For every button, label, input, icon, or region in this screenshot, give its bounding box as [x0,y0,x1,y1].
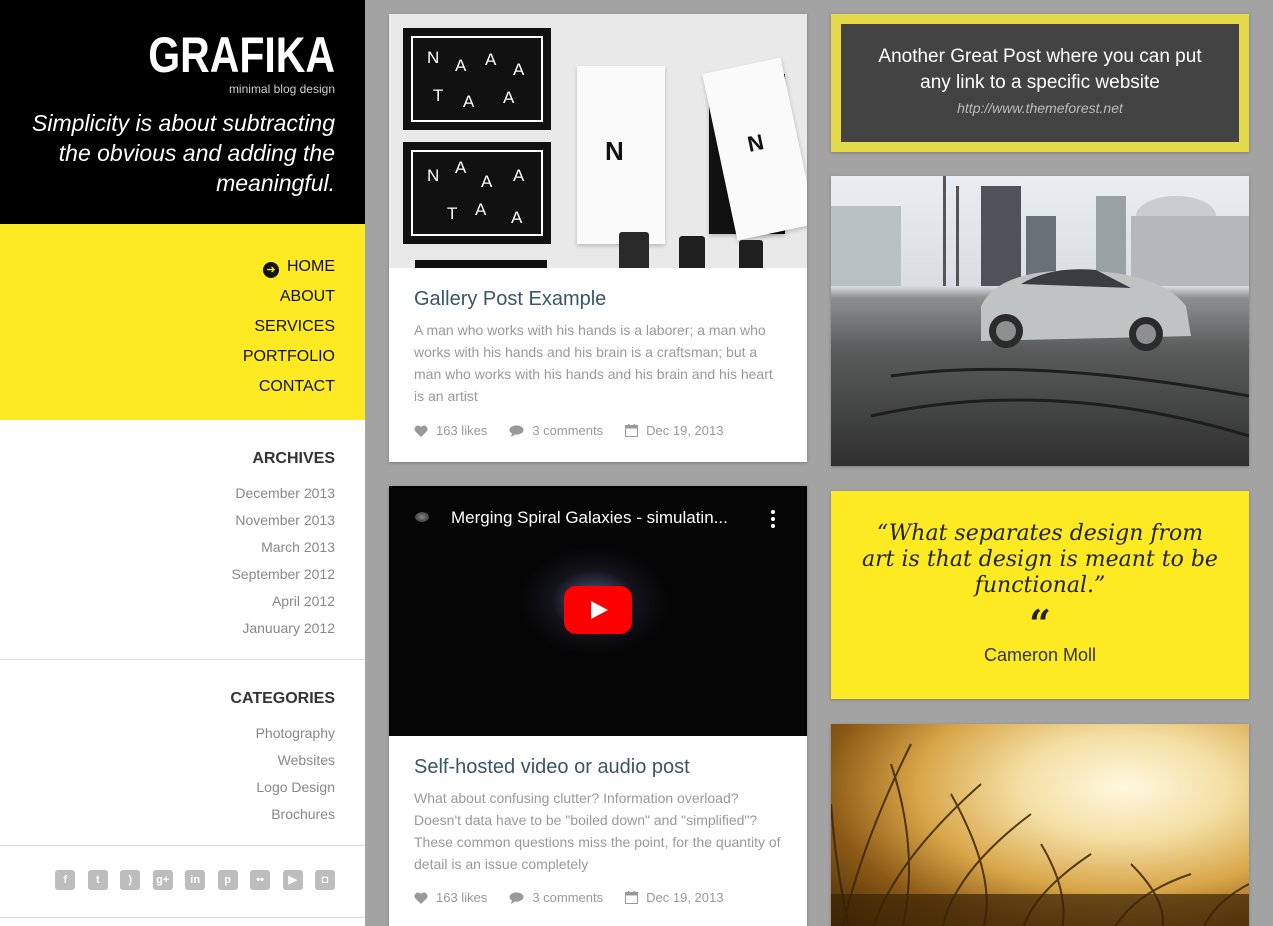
youtube-icon[interactable]: ▶ [282,870,303,890]
video-post-card: Merging Spiral Galaxies - simulatin... S… [389,486,807,926]
channel-avatar[interactable] [415,512,429,522]
nav-item-about[interactable]: ABOUT [0,282,335,312]
grass-photo-post[interactable] [831,724,1249,926]
comment-icon [509,424,524,437]
instagram-icon[interactable]: ◘ [315,870,335,890]
post-meta: 163 likes 3 comments Dec 19, 2013 [414,423,745,438]
flickr-icon[interactable]: •• [250,870,271,890]
arrow-right-icon: ➜ [263,262,279,278]
linkedin-icon[interactable]: in [185,870,206,890]
nav-item-home[interactable]: ➜ HOME [0,252,335,282]
post-title[interactable]: Self-hosted video or audio post [414,756,782,779]
link-post-title[interactable]: Another Great Post where you can put any… [841,44,1239,96]
gallery-post-card: NAAA TAA NAAA TAA N N Gallery Post Examp… [389,14,807,462]
category-link[interactable]: Brochures [30,801,335,828]
archive-link[interactable]: November 2013 [30,507,335,534]
facebook-icon[interactable]: f [55,870,76,890]
category-link[interactable]: Websites [30,747,335,774]
rss-icon[interactable]: ) [120,870,141,890]
quote-post-card: “What separates design from art is that … [831,491,1249,699]
post-body: Self-hosted video or audio post What abo… [389,736,807,875]
main-nav: ➜ HOME ABOUT SERVICES PORTFOLIO CONTACT [0,224,365,420]
archive-link[interactable]: December 2013 [30,480,335,507]
quote-text: “What separates design from art is that … [862,521,1218,598]
video-player[interactable]: Merging Spiral Galaxies - simulatin... [389,486,807,736]
link-post-url[interactable]: http://www.themeforest.net [841,100,1239,116]
categories-widget: CATEGORIES Photography Websites Logo Des… [0,660,365,846]
hang-tag-image: N [577,66,665,244]
comment-icon [509,891,524,904]
link-post-inner: Another Great Post where you can put any… [841,24,1239,142]
quote-author: Cameron Moll [983,645,1097,665]
car-photo-post[interactable] [831,176,1249,466]
comments-count[interactable]: 3 comments [509,890,603,905]
archives-title: ARCHIVES [252,450,335,467]
calendar-icon [625,891,639,904]
nav-item-portfolio[interactable]: PORTFOLIO [0,342,335,372]
post-meta: 163 likes 3 comments Dec 19, 2013 [414,890,745,905]
category-link[interactable]: Photography [30,720,335,747]
nav-item-contact[interactable]: CONTACT [0,372,335,402]
categories-title: CATEGORIES [230,690,335,707]
archive-link[interactable]: March 2013 [30,534,335,561]
calendar-icon [625,424,639,437]
archives-widget: ARCHIVES December 2013 November 2013 Mar… [0,420,365,660]
social-links: f t ) g+ in p •• ▶ ◘ [0,846,365,918]
nav-item-label: HOME [287,258,335,275]
post-date: Dec 19, 2013 [625,423,723,438]
archive-link[interactable]: Januuary 2012 [30,615,335,642]
gallery-image[interactable]: NAAA TAA NAAA TAA N N [389,14,807,268]
grass-photo [831,743,1249,926]
car-photo [831,176,1249,438]
likes-count[interactable]: 163 likes [414,423,487,438]
business-card-image: NAAA TAA [403,142,551,244]
category-link[interactable]: Logo Design [30,774,335,801]
link-post-card: Another Great Post where you can put any… [831,14,1249,152]
sidebar-quote: Simplicity is about subtracting the obvi… [32,110,335,196]
post-excerpt: What about confusing clutter? Informatio… [414,790,781,872]
likes-count[interactable]: 163 likes [414,890,487,905]
sidebar: GRAFIKA minimal blog design Simplicity i… [0,0,365,926]
business-card-image: NAAA TAA [403,28,551,130]
site-tagline: minimal blog design [228,82,335,96]
nav-item-services[interactable]: SERVICES [0,312,335,342]
heart-icon [414,892,428,904]
post-title[interactable]: Gallery Post Example [414,288,782,311]
brand-header: GRAFIKA minimal blog design Simplicity i… [0,0,365,224]
post-body: Gallery Post Example A man who works wit… [389,268,807,407]
pinterest-icon[interactable]: p [217,870,238,890]
post-date: Dec 19, 2013 [625,890,723,905]
play-button[interactable] [564,586,632,634]
twitter-icon[interactable]: t [87,870,108,890]
quote-mark-icon: “ [1029,601,1051,646]
site-logo[interactable]: GRAFIKA [60,30,335,80]
comments-count[interactable]: 3 comments [509,423,603,438]
google-plus-icon[interactable]: g+ [152,870,173,890]
heart-icon [414,425,428,437]
video-title[interactable]: Merging Spiral Galaxies - simulatin... [451,508,728,528]
archive-link[interactable]: September 2012 [30,561,335,588]
more-options-icon[interactable] [771,510,775,531]
archive-link[interactable]: April 2012 [30,588,335,615]
post-excerpt: A man who works with his hands is a labo… [414,322,773,404]
